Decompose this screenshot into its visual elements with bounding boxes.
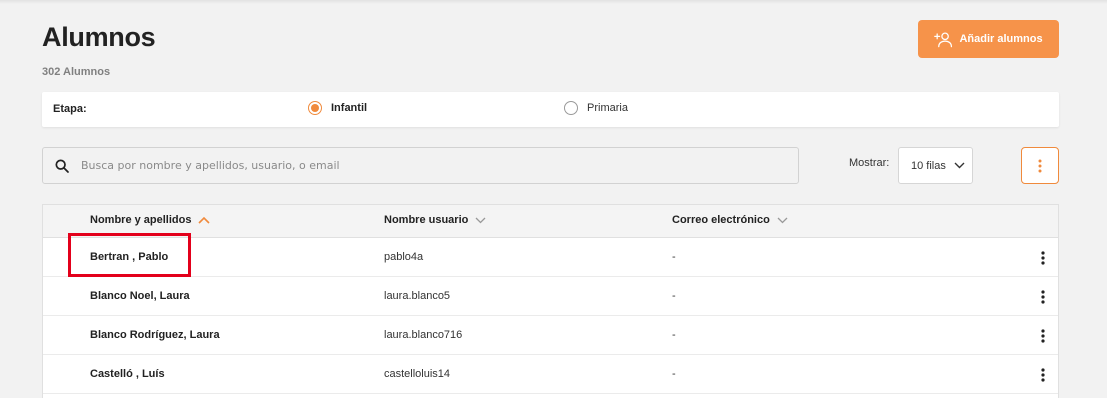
row-kebab-icon[interactable]: [1037, 250, 1049, 266]
search-input[interactable]: [81, 148, 781, 183]
column-header-username[interactable]: Nombre usuario: [384, 214, 486, 226]
table-row[interactable]: Bertran , Pablo pablo4a -: [43, 238, 1058, 277]
rows-per-page-select[interactable]: 10 filas: [898, 147, 973, 184]
rows-per-page-value: 10 filas: [911, 159, 946, 172]
student-name[interactable]: Bertran , Pablo: [90, 251, 168, 263]
column-header-name[interactable]: Nombre y apellidos: [90, 214, 211, 226]
add-students-label: Añadir alumnos: [959, 33, 1043, 45]
stage-option-primaria[interactable]: Primaria: [564, 101, 628, 115]
search-icon: [55, 159, 69, 173]
student-username: castelloluis14: [384, 368, 451, 380]
kebab-icon: [1038, 159, 1042, 172]
table-row[interactable]: Blanco Noel, Laura laura.blanco5 -: [43, 277, 1058, 316]
student-username: laura.blanco716: [384, 329, 463, 341]
column-header-email[interactable]: Correo electrónico: [672, 214, 788, 226]
add-students-button[interactable]: Añadir alumnos: [918, 20, 1059, 58]
student-name[interactable]: Blanco Noel, Laura: [90, 290, 190, 302]
student-email: -: [672, 290, 676, 302]
column-label: Nombre usuario: [384, 214, 469, 226]
top-shadow: [0, 0, 1107, 4]
sort-asc-icon: [198, 216, 211, 224]
more-options-button[interactable]: [1021, 147, 1059, 184]
student-email: -: [672, 251, 676, 263]
stage-option-label: Primaria: [587, 102, 628, 114]
stage-filter: Etapa: Infantil Primaria: [42, 92, 1059, 127]
chevron-down-icon: [954, 162, 965, 169]
table-row[interactable]: Blanco Rodríguez, Laura laura.blanco716 …: [43, 316, 1058, 355]
student-count: 302 Alumnos: [42, 66, 111, 78]
column-label: Nombre y apellidos: [90, 214, 192, 226]
radio-infantil[interactable]: [308, 101, 322, 115]
page-title: Alumnos: [42, 22, 156, 52]
student-username: pablo4a: [384, 251, 424, 263]
chevron-down-icon: [777, 217, 788, 223]
row-kebab-icon[interactable]: [1037, 328, 1049, 344]
add-user-icon: [934, 32, 953, 47]
column-label: Correo electrónico: [672, 214, 770, 226]
table-row[interactable]: Castelló , Luís castelloluis14 -: [43, 355, 1058, 394]
students-table: Nombre y apellidos Nombre usuario Correo…: [42, 204, 1059, 398]
chevron-down-icon: [475, 217, 486, 223]
row-kebab-icon[interactable]: [1037, 367, 1049, 383]
student-name[interactable]: Castelló , Luís: [90, 368, 165, 380]
stage-option-label: Infantil: [331, 102, 368, 114]
table-header: Nombre y apellidos Nombre usuario Correo…: [43, 205, 1058, 238]
search-box: [42, 147, 799, 184]
student-name[interactable]: Blanco Rodríguez, Laura: [90, 329, 220, 341]
student-username: laura.blanco5: [384, 290, 451, 302]
rows-label: Mostrar:: [849, 157, 890, 169]
row-kebab-icon[interactable]: [1037, 289, 1049, 305]
stage-option-infantil[interactable]: Infantil: [308, 101, 367, 115]
student-email: -: [672, 329, 676, 341]
student-email: -: [672, 368, 676, 380]
stage-label: Etapa:: [53, 103, 87, 115]
radio-primaria[interactable]: [564, 101, 578, 115]
